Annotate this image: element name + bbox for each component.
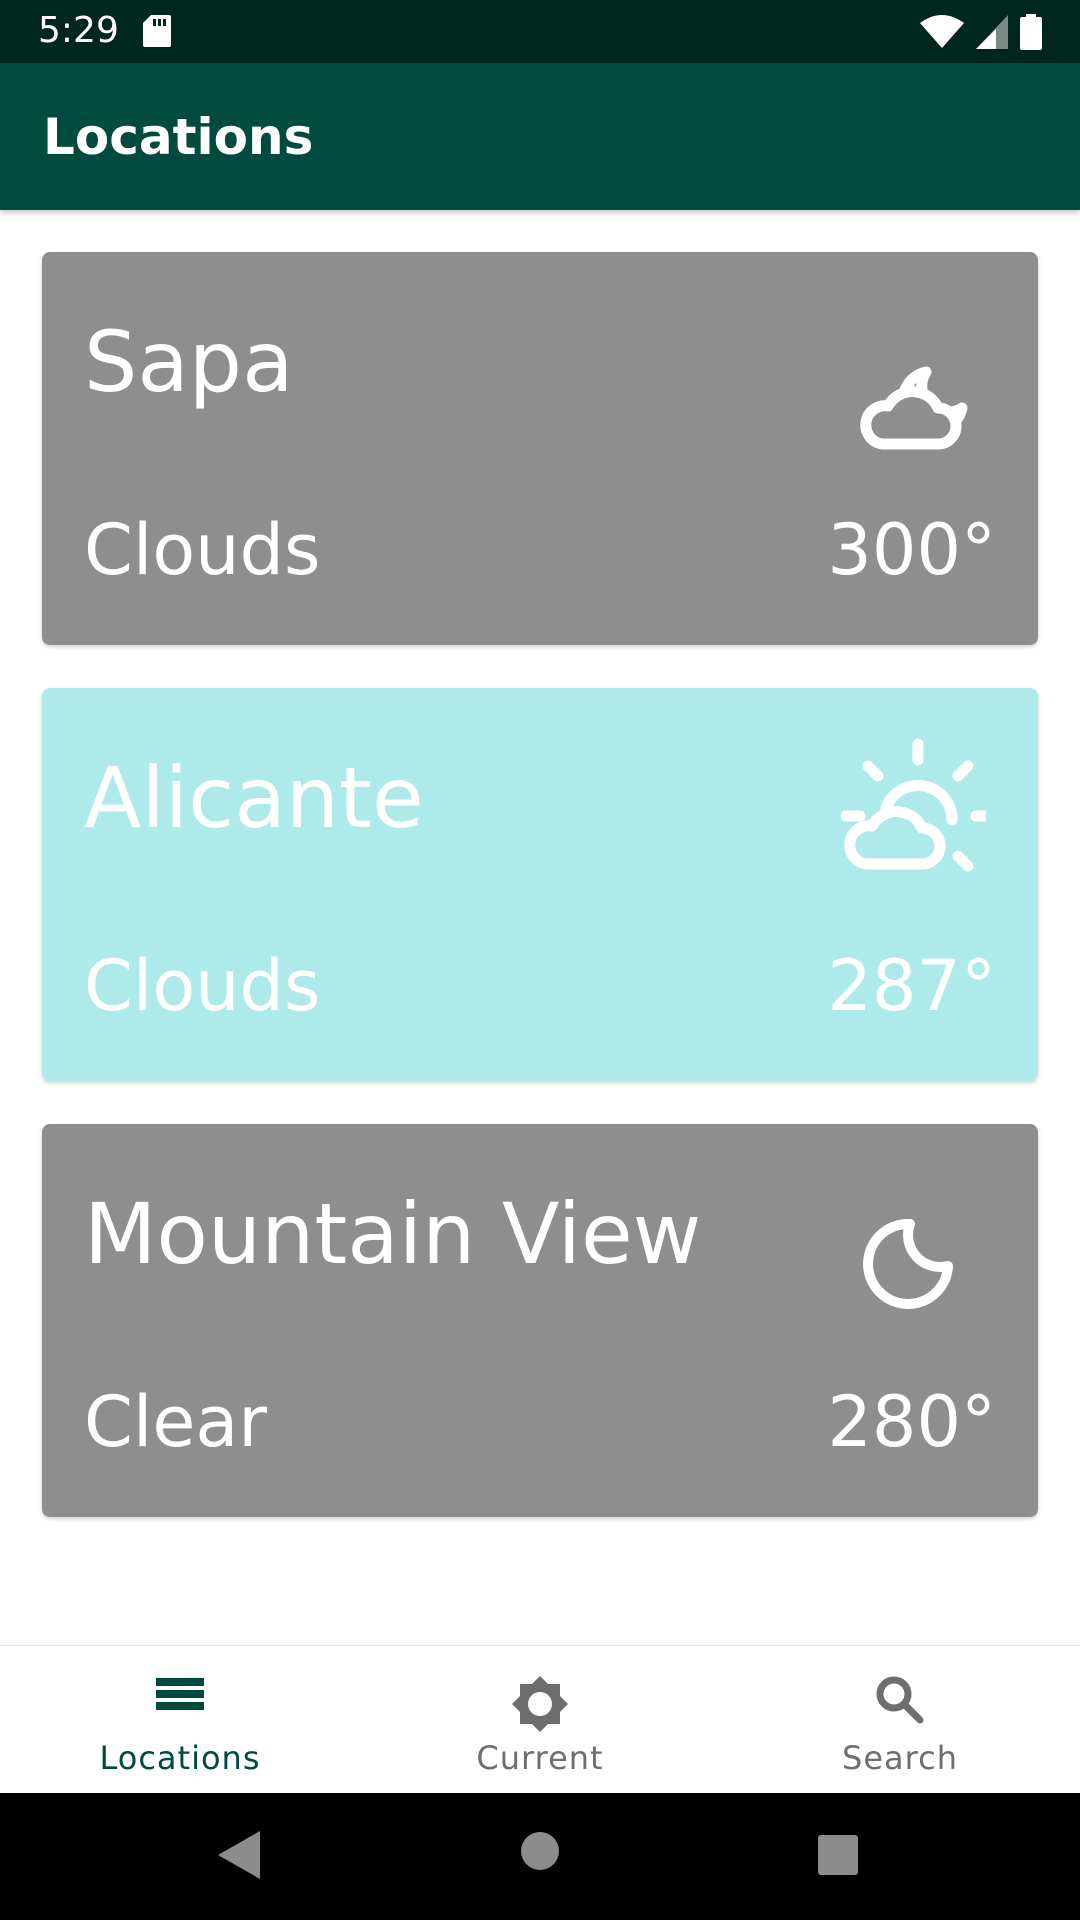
page-title: Locations [43, 108, 314, 166]
location-card-sapa[interactable]: Sapa Clouds 300° [42, 252, 1038, 645]
weather-condition: Clouds [84, 945, 321, 1027]
cloud-moon-icon [852, 332, 982, 462]
temperature: 287° [827, 945, 996, 1027]
location-card-mountain-view[interactable]: Mountain View Clear 280° [42, 1124, 1038, 1517]
location-card-alicante[interactable]: Alicante Clouds 287° [42, 688, 1038, 1081]
tab-label: Current [476, 1739, 604, 1777]
moon-icon [858, 1214, 958, 1314]
list-icon [156, 1674, 204, 1719]
sun-icon [510, 1674, 570, 1739]
tab-label: Search [842, 1739, 958, 1777]
tab-current[interactable]: Current [360, 1646, 720, 1794]
cell-signal-icon [976, 15, 1008, 54]
temperature: 300° [827, 509, 996, 591]
battery-icon [1020, 14, 1042, 55]
sd-card-icon [143, 15, 171, 52]
app-bar: Locations [0, 63, 1080, 210]
wifi-icon [920, 15, 964, 54]
system-navigation-bar [0, 1793, 1080, 1920]
home-icon[interactable] [520, 1831, 560, 1876]
location-name: Alicante [84, 749, 424, 847]
location-name: Sapa [84, 313, 294, 411]
location-name: Mountain View [84, 1185, 702, 1283]
bottom-navigation: Locations Current Search [0, 1645, 1080, 1794]
status-icons [920, 14, 1042, 55]
weather-condition: Clouds [84, 509, 321, 591]
recent-apps-icon[interactable] [818, 1835, 858, 1880]
search-icon [874, 1674, 926, 1731]
status-bar: 5:29 [0, 0, 1080, 63]
cloud-sun-icon [836, 736, 996, 886]
temperature: 280° [827, 1381, 996, 1463]
back-icon[interactable] [218, 1831, 260, 1884]
status-time: 5:29 [38, 10, 119, 51]
tab-label: Locations [99, 1739, 261, 1777]
tab-search[interactable]: Search [720, 1646, 1080, 1794]
tab-locations[interactable]: Locations [0, 1646, 360, 1794]
weather-condition: Clear [84, 1381, 268, 1463]
